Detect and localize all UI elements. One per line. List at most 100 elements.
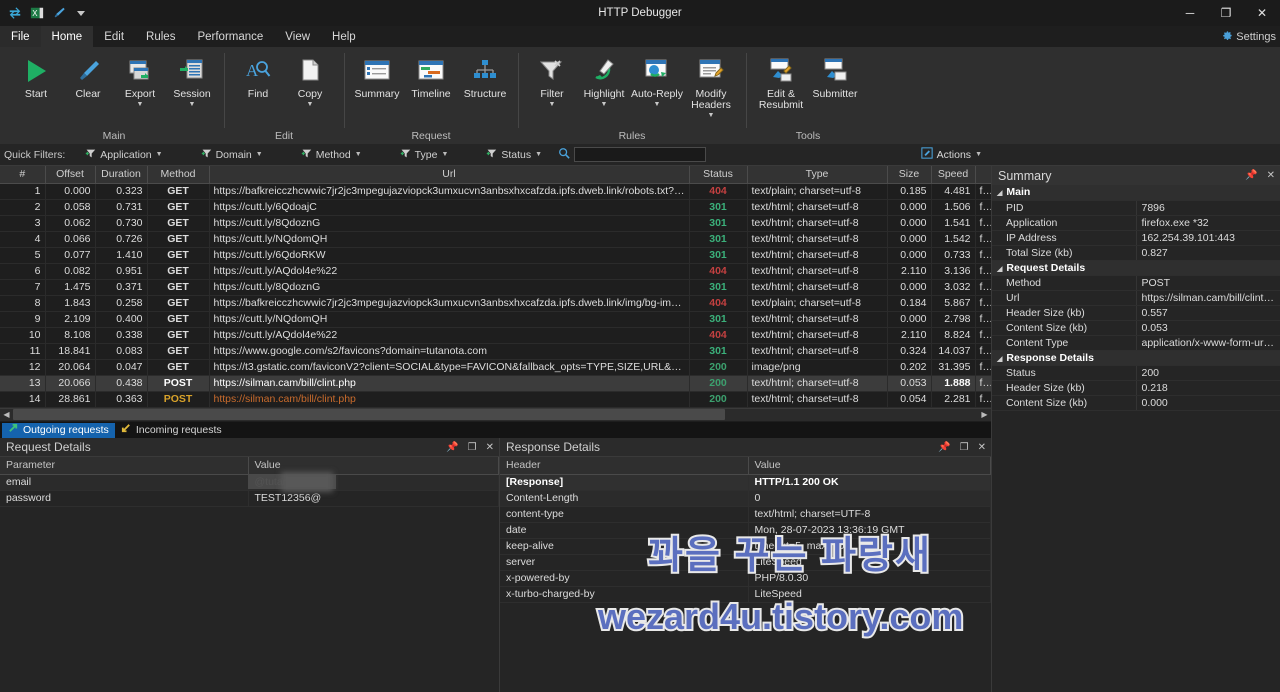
response-header-row[interactable]: Content-Length 0 (500, 490, 991, 507)
table-row[interactable]: 13 20.066 0.438 POST https://silman.cam/bill… (0, 375, 992, 392)
response-header-row[interactable]: date Mon, 28-07-2023 13:36:19 GMT (500, 522, 991, 539)
response-header-row[interactable]: keep-alive timeout=5, max=100 (500, 538, 991, 555)
search-input[interactable] (574, 147, 707, 162)
scroll-left-icon[interactable]: ◀ (0, 410, 13, 419)
request-param-row[interactable]: password TEST12356@ (0, 490, 499, 507)
summary-row[interactable]: PID 7896 (992, 200, 1280, 216)
summary-row[interactable]: Content Size (kb) 0.000 (992, 395, 1280, 411)
quick-filter-status[interactable]: Status ▼ (480, 147, 548, 163)
minimize-button[interactable]: ─ (1172, 0, 1208, 26)
structure-button[interactable]: Structure (458, 52, 512, 100)
quick-filter-type[interactable]: Type ▼ (394, 147, 455, 163)
chevron-down-icon[interactable]: ▼ (654, 101, 661, 109)
close-panel-icon[interactable]: ✕ (486, 442, 494, 453)
table-row[interactable]: 7 1.475 0.371 GET https://cutt.ly/8QdoznG 301… (0, 279, 992, 296)
table-row[interactable]: 4 0.066 0.726 GET https://cutt.ly/NQdomQH 301… (0, 231, 992, 248)
col-duration[interactable]: Duration (95, 166, 148, 184)
col-offset[interactable]: Offset (45, 166, 96, 184)
qat-dropdown-icon[interactable] (73, 6, 88, 21)
chevron-down-icon[interactable]: ▼ (535, 151, 542, 158)
menu-tab-file[interactable]: File (0, 26, 41, 47)
copy-button[interactable]: Copy ▼ (284, 52, 336, 109)
menu-tab-rules[interactable]: Rules (135, 26, 186, 47)
maximize-button[interactable]: ❐ (1208, 0, 1244, 26)
timeline-button[interactable]: Timeline (404, 52, 458, 100)
menu-tab-view[interactable]: View (274, 26, 321, 47)
quick-filter-application[interactable]: Application ▼ (79, 147, 168, 163)
summary-row[interactable]: Method POST (992, 275, 1280, 291)
pin-icon[interactable]: 📌 (938, 442, 950, 453)
col-number[interactable]: # (0, 166, 46, 184)
collapse-triangle-icon[interactable]: ◢ (997, 266, 1002, 273)
summary-button[interactable]: Summary (350, 52, 404, 100)
menu-tab-home[interactable]: Home (40, 26, 94, 47)
quick-filter-domain[interactable]: Domain ▼ (195, 147, 269, 163)
sync-icon[interactable] (7, 6, 22, 21)
clear-button[interactable]: Clear (62, 52, 114, 100)
auto-reply-button[interactable]: Auto-Reply ▼ (630, 52, 684, 109)
collapse-triangle-icon[interactable]: ◢ (997, 190, 1002, 197)
submitter-button[interactable]: Submitter (808, 52, 862, 100)
table-row[interactable]: 1 0.000 0.323 GET https://bafkreicczhcwwic7j… (0, 183, 992, 200)
chevron-down-icon[interactable]: ▼ (189, 101, 196, 109)
edit-resubmit-button[interactable]: Edit & Resubmit (754, 52, 808, 111)
grid-horizontal-scrollbar[interactable]: ◀ ▶ (0, 407, 991, 421)
summary-row[interactable]: Content Size (kb) 0.053 (992, 320, 1280, 336)
menu-tab-edit[interactable]: Edit (93, 26, 135, 47)
response-header-row[interactable]: x-turbo-charged-by LiteSpeed (500, 586, 991, 603)
summary-row[interactable]: Status 200 (992, 365, 1280, 381)
quick-filter-method[interactable]: Method ▼ (295, 147, 368, 163)
export-button[interactable]: Export ▼ (114, 52, 166, 109)
summary-row[interactable]: Header Size (kb) 0.557 (992, 305, 1280, 321)
actions-button[interactable]: Actions ▼ (920, 147, 982, 162)
tab-incoming-requests[interactable]: Incoming requests (115, 423, 228, 438)
col-method[interactable]: Method (147, 166, 210, 184)
summary-row[interactable]: IP Address 162.254.39.101:443 (992, 230, 1280, 246)
col-header[interactable]: Header (500, 457, 749, 475)
session-button[interactable]: Session ▼ (166, 52, 218, 109)
col-application[interactable] (975, 166, 992, 184)
col-size[interactable]: Size (887, 166, 932, 184)
chevron-down-icon[interactable]: ▼ (441, 151, 448, 158)
scroll-right-icon[interactable]: ▶ (978, 410, 991, 419)
col-value[interactable]: Value (748, 457, 991, 475)
table-row[interactable]: 12 20.064 0.047 GET https://t3.gstatic.com/f… (0, 359, 992, 376)
collapse-triangle-icon[interactable]: ◢ (997, 356, 1002, 363)
summary-row[interactable]: Header Size (kb) 0.218 (992, 380, 1280, 396)
start-button[interactable]: Start (10, 52, 62, 100)
col-parameter[interactable]: Parameter (0, 457, 249, 475)
response-header-row[interactable]: [Response] HTTP/1.1 200 OK (500, 474, 991, 491)
search-icon[interactable] (558, 147, 570, 162)
col-url[interactable]: Url (209, 166, 690, 184)
summary-section-header[interactable]: ◢ Request Details (992, 260, 1280, 276)
table-row[interactable]: 9 2.109 0.400 GET https://cutt.ly/NQdomQH 301… (0, 311, 992, 328)
summary-row[interactable]: Content Type application/x-www-form-urlen… (992, 335, 1280, 351)
summary-row[interactable]: Application firefox.exe *32 (992, 215, 1280, 231)
chevron-down-icon[interactable]: ▼ (156, 151, 163, 158)
summary-row[interactable]: Total Size (kb) 0.827 (992, 245, 1280, 261)
filter-button[interactable]: Filter ▼ (526, 52, 578, 109)
chevron-down-icon[interactable]: ▼ (307, 101, 314, 109)
summary-section-header[interactable]: ◢ Response Details (992, 350, 1280, 366)
maximize-panel-icon[interactable]: ❐ (468, 442, 477, 453)
chevron-down-icon[interactable]: ▼ (355, 151, 362, 158)
chevron-down-icon[interactable]: ▼ (256, 151, 263, 158)
response-header-row[interactable]: content-type text/html; charset=UTF-8 (500, 506, 991, 523)
tab-outgoing-requests[interactable]: Outgoing requests (2, 422, 115, 438)
pin-icon[interactable]: 📌 (446, 442, 458, 453)
summary-section-header[interactable]: ◢ Main (992, 185, 1280, 201)
col-speed[interactable]: Speed (931, 166, 976, 184)
col-status[interactable]: Status (689, 166, 748, 184)
maximize-panel-icon[interactable]: ❐ (960, 442, 969, 453)
table-row[interactable]: 5 0.077 1.410 GET https://cutt.ly/6QdoRKW 301… (0, 247, 992, 264)
close-button[interactable]: ✕ (1244, 0, 1280, 26)
menu-tab-help[interactable]: Help (321, 26, 367, 47)
pin-icon[interactable]: 📌 (1245, 170, 1257, 181)
table-row[interactable]: 6 0.082 0.951 GET https://cutt.ly/AQdol4e%22… (0, 263, 992, 280)
settings-button[interactable]: Settings (1222, 26, 1276, 47)
find-button[interactable]: A Find (232, 52, 284, 100)
close-panel-icon[interactable]: ✕ (1267, 170, 1275, 181)
table-row[interactable]: 14 28.861 0.363 POST https://silman.cam/bill… (0, 391, 992, 408)
summary-row[interactable]: Url https://silman.cam/bill/clint.php (992, 290, 1280, 306)
table-row[interactable]: 11 18.841 0.083 GET https://www.google.com/s… (0, 343, 992, 360)
